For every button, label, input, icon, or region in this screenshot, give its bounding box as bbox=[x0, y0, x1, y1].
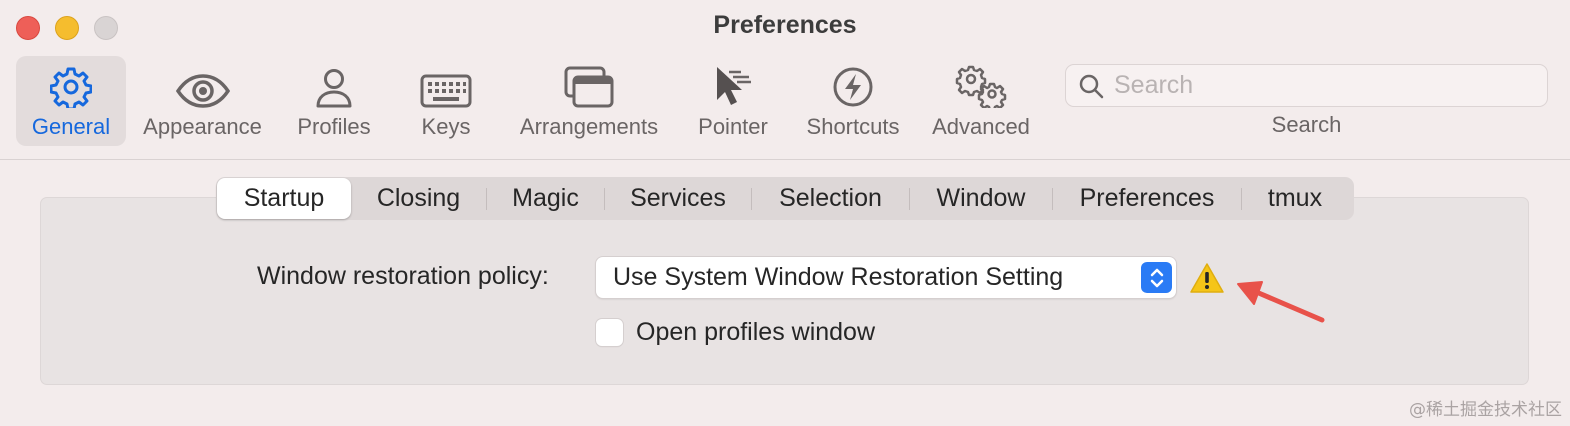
chevron-updown-icon bbox=[1150, 268, 1163, 287]
toolbar: General Appearance Profiles Keys Arrange… bbox=[0, 56, 1570, 160]
tab-preferences[interactable]: Preferences bbox=[1053, 177, 1241, 220]
tab-tmux[interactable]: tmux bbox=[1242, 177, 1348, 220]
toolbar-item-shortcuts[interactable]: Shortcuts bbox=[800, 56, 906, 146]
person-icon bbox=[316, 69, 352, 108]
toolbar-item-keys[interactable]: Keys bbox=[406, 56, 486, 146]
tab-startup[interactable]: Startup bbox=[217, 178, 351, 219]
tab-selection[interactable]: Selection bbox=[752, 177, 909, 220]
toolbar-label-pointer: Pointer bbox=[698, 114, 768, 139]
toolbar-item-arrangements[interactable]: Arrangements bbox=[512, 56, 666, 146]
toolbar-label-arrangements: Arrangements bbox=[519, 114, 659, 139]
open-profiles-checkbox[interactable] bbox=[596, 319, 623, 346]
tab-closing[interactable]: Closing bbox=[351, 177, 486, 220]
toolbar-item-appearance[interactable]: Appearance bbox=[139, 56, 266, 146]
toolbar-item-profiles[interactable]: Profiles bbox=[290, 56, 378, 146]
window-title: Preferences bbox=[713, 11, 857, 39]
tab-window[interactable]: Window bbox=[910, 177, 1052, 220]
toolbar-item-general[interactable]: General bbox=[16, 56, 126, 146]
gears-icon bbox=[955, 65, 1007, 108]
toolbar-item-pointer[interactable]: Pointer bbox=[690, 56, 776, 146]
keyboard-icon bbox=[420, 74, 472, 108]
open-profiles-label: Open profiles window bbox=[636, 318, 876, 346]
tab-magic[interactable]: Magic bbox=[487, 177, 604, 220]
toolbar-label-shortcuts: Shortcuts bbox=[806, 114, 900, 139]
tab-services[interactable]: Services bbox=[605, 177, 751, 220]
popup-stepper[interactable] bbox=[1141, 262, 1172, 293]
toolbar-item-advanced[interactable]: Advanced bbox=[928, 56, 1034, 146]
toolbar-divider bbox=[0, 159, 1570, 160]
restoration-policy-label: Window restoration policy: bbox=[257, 262, 549, 290]
preferences-window: Preferences General Appearance Profiles … bbox=[0, 0, 1570, 426]
open-profiles-row: Open profiles window bbox=[596, 318, 875, 347]
toolbar-label-appearance: Appearance bbox=[143, 114, 262, 139]
restoration-policy-value: Use System Window Restoration Setting bbox=[613, 263, 1064, 291]
toolbar-label-advanced: Advanced bbox=[932, 114, 1030, 139]
warning-icon[interactable] bbox=[1189, 262, 1225, 299]
toolbar-label-keys: Keys bbox=[421, 114, 471, 139]
lightning-icon bbox=[833, 67, 873, 107]
gear-icon bbox=[50, 67, 92, 108]
search-field[interactable] bbox=[1065, 64, 1548, 107]
watermark: @稀土掘金技术社区 bbox=[1409, 400, 1562, 420]
tab-bar: Startup Closing Magic Services Selection… bbox=[216, 177, 1354, 220]
pointer-icon bbox=[717, 67, 751, 105]
toolbar-label-profiles: Profiles bbox=[297, 114, 371, 139]
annotation-arrow bbox=[1232, 276, 1328, 331]
search-input[interactable] bbox=[1114, 71, 1514, 100]
search-caption: Search bbox=[1271, 112, 1342, 137]
restoration-policy-popup[interactable]: Use System Window Restoration Setting bbox=[596, 257, 1176, 298]
search-icon bbox=[1079, 74, 1104, 98]
eye-icon bbox=[175, 74, 230, 108]
windows-stack-icon bbox=[564, 66, 614, 108]
toolbar-label-general: General bbox=[31, 114, 111, 139]
